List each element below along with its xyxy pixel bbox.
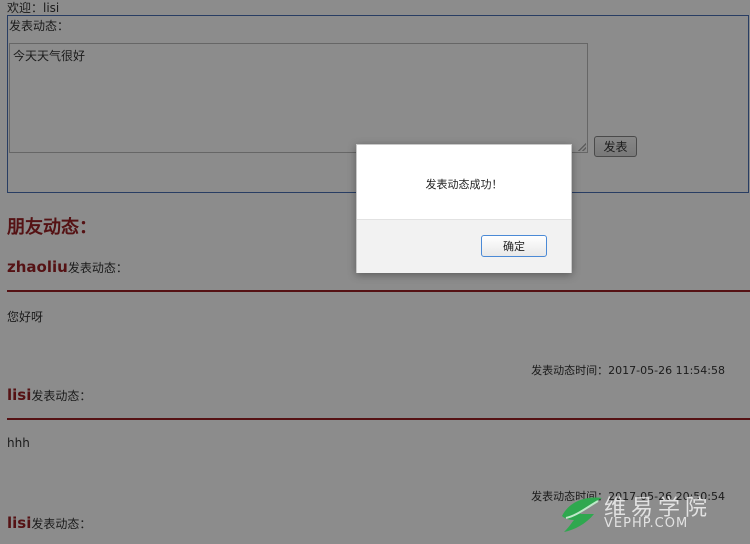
dialog-ok-button[interactable]: 确定 (481, 235, 547, 257)
alert-dialog: 发表动态成功！ 确定 (356, 144, 572, 273)
watermark-en-text: VEPHP.COM (604, 516, 689, 531)
dialog-footer: 确定 (357, 219, 571, 273)
watermark-logo: 维易学院 VEPHP.COM (560, 488, 750, 538)
watermark-leaf-icon (562, 497, 602, 532)
dialog-message: 发表动态成功！ (425, 178, 503, 191)
